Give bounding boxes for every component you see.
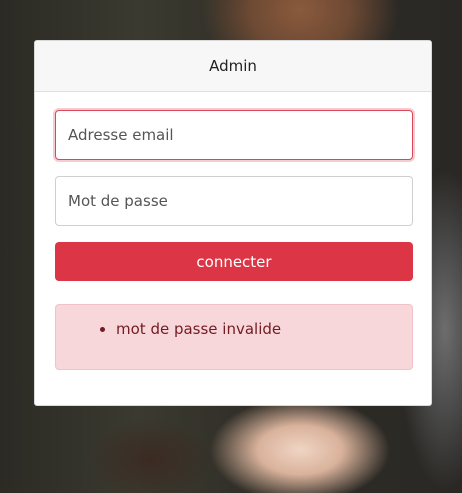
card-header: Admin bbox=[35, 41, 431, 92]
login-card: Admin connecter mot de passe invalide bbox=[34, 40, 432, 406]
card-title: Admin bbox=[209, 57, 257, 75]
password-input[interactable] bbox=[55, 176, 413, 226]
email-input[interactable] bbox=[55, 110, 413, 160]
connect-button[interactable]: connecter bbox=[55, 242, 413, 281]
error-list: mot de passe invalide bbox=[56, 305, 412, 338]
error-alert: mot de passe invalide bbox=[55, 304, 413, 370]
error-item: mot de passe invalide bbox=[116, 320, 412, 338]
